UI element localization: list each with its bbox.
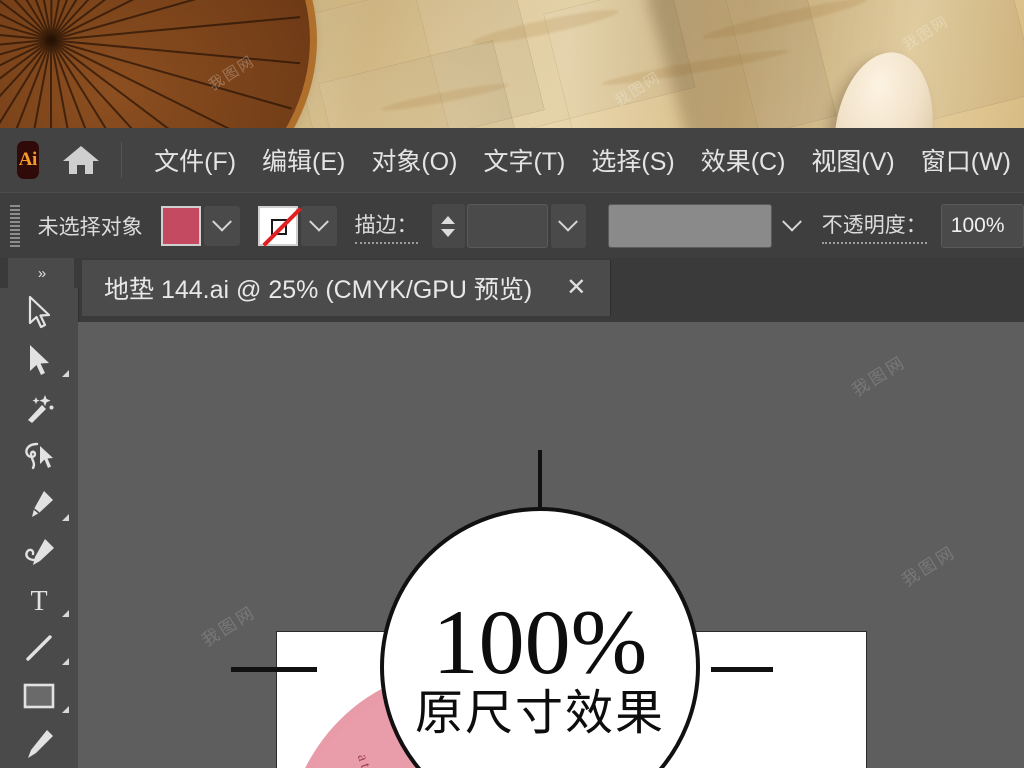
- stroke-color-swatch[interactable]: [257, 206, 298, 246]
- control-bar: 未选择对象 描边： 不透明度： 100%: [0, 192, 1024, 259]
- type-tool[interactable]: T: [0, 576, 78, 624]
- document-canvas[interactable]: at w 100% 原尺寸效果 我图网 我图网 我图网 我图网: [78, 322, 1024, 768]
- pen-tool[interactable]: [0, 480, 78, 528]
- document-tab-title: 地垫 144.ai @ 25% (CMYK/GPU 预览): [104, 276, 533, 304]
- document-tab[interactable]: 地垫 144.ai @ 25% (CMYK/GPU 预览) ✕: [82, 260, 612, 316]
- chevron-down-icon: [782, 211, 803, 232]
- floor-shadow: [645, 0, 1024, 128]
- control-bar-grip[interactable]: [10, 205, 20, 247]
- illustrator-window: 我图网 我图网 我图网 Ai 文件(F) 编辑(E) 对象(O) 文字(T) 选…: [0, 0, 1024, 768]
- menu-item-type[interactable]: 文字(T): [470, 138, 578, 182]
- stroke-profile-dropdown-button[interactable]: [775, 204, 810, 248]
- stroke-weight-dropdown-button[interactable]: [550, 204, 586, 248]
- stroke-weight-stepper[interactable]: [431, 204, 465, 248]
- document-tab-bar: » 地垫 144.ai @ 25% (CMYK/GPU 预览) ✕: [0, 258, 1024, 322]
- chevron-down-icon: [441, 228, 456, 237]
- menu-item-effect[interactable]: 效果(C): [688, 138, 799, 182]
- measurement-tick-left: [231, 667, 317, 672]
- chevron-up-icon: [441, 215, 456, 224]
- opacity-input[interactable]: 100%: [940, 204, 1024, 248]
- lasso-tool[interactable]: [0, 432, 78, 480]
- tools-panel: T: [0, 288, 79, 768]
- opacity-label: 不透明度：: [821, 209, 927, 244]
- svg-text:T: T: [30, 586, 47, 615]
- menu-item-view[interactable]: 视图(V): [798, 138, 907, 182]
- rattan-chair: [0, 0, 310, 128]
- measurement-tick-right: [711, 667, 773, 672]
- fill-color-swatch[interactable]: [160, 206, 201, 246]
- stroke-dropdown-button[interactable]: [300, 206, 337, 246]
- chevron-down-icon: [558, 211, 579, 232]
- reference-photo-strip: 我图网 我图网 我图网: [0, 0, 1024, 128]
- home-icon[interactable]: [61, 139, 101, 181]
- selection-status-label: 未选择对象: [37, 216, 143, 239]
- watermark: 我图网: [848, 352, 910, 401]
- badge-percent-label: 100%: [432, 591, 648, 693]
- menu-item-edit[interactable]: 编辑(E): [249, 138, 358, 182]
- tool-more-indicator-icon: [62, 514, 69, 521]
- badge-subtitle-label: 原尺寸效果: [414, 687, 665, 740]
- curvature-pen-tool[interactable]: [0, 528, 78, 576]
- fill-dropdown-button[interactable]: [203, 206, 240, 246]
- selection-tool[interactable]: [0, 288, 78, 336]
- chair-spoke: [50, 38, 276, 128]
- rectangle-tool[interactable]: [0, 672, 78, 720]
- panel-expand-icon[interactable]: »: [8, 258, 74, 288]
- tool-more-indicator-icon: [62, 610, 69, 617]
- tool-more-indicator-icon: [62, 370, 69, 377]
- menu-item-list: 文件(F) 编辑(E) 对象(O) 文字(T) 选择(S) 效果(C) 视图(V…: [141, 138, 1024, 182]
- menu-item-select[interactable]: 选择(S): [578, 138, 687, 182]
- close-icon[interactable]: ✕: [566, 276, 586, 300]
- watermark: 我图网: [898, 542, 960, 591]
- chevron-down-icon: [308, 211, 329, 232]
- ai-app-logo-icon[interactable]: Ai: [17, 141, 39, 179]
- opacity-value: 100%: [950, 214, 1005, 237]
- stroke-swatch-group: [257, 206, 337, 246]
- stroke-weight-input[interactable]: [466, 204, 548, 248]
- paintbrush-tool[interactable]: [0, 720, 78, 768]
- fill-swatch-group: [160, 206, 240, 246]
- tool-more-indicator-icon: [62, 706, 69, 713]
- watermark: 我图网: [198, 602, 260, 651]
- magic-wand-tool[interactable]: [0, 384, 78, 432]
- chevron-down-icon: [211, 211, 232, 232]
- menu-bar: Ai 文件(F) 编辑(E) 对象(O) 文字(T) 选择(S) 效果(C) 视…: [0, 128, 1024, 192]
- menu-item-object[interactable]: 对象(O): [358, 138, 470, 182]
- badge-stem: [538, 450, 542, 510]
- menu-divider: [120, 142, 122, 178]
- stroke-weight-label: 描边：: [354, 209, 418, 244]
- tool-more-indicator-icon: [62, 658, 69, 665]
- direct-selection-tool[interactable]: [0, 336, 78, 384]
- stroke-profile-select[interactable]: [607, 204, 772, 248]
- line-segment-tool[interactable]: [0, 624, 78, 672]
- menu-item-file[interactable]: 文件(F): [141, 138, 249, 182]
- scale-badge: 100% 原尺寸效果: [380, 507, 700, 768]
- menu-item-window[interactable]: 窗口(W): [908, 138, 1024, 182]
